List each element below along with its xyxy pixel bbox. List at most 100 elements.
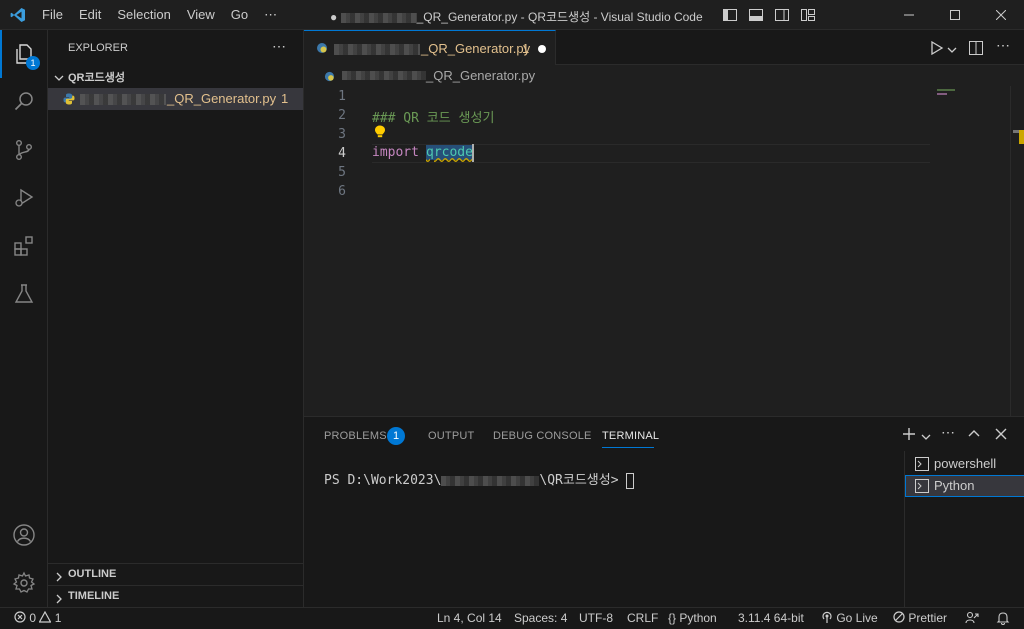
lightbulb-icon[interactable]	[374, 125, 386, 142]
error-icon	[14, 611, 26, 625]
terminal-output[interactable]: PS D:\Work2023\ \QR코드생성>	[324, 469, 635, 489]
close-window-button[interactable]	[978, 0, 1024, 30]
prettier-status-icon	[893, 611, 905, 625]
cursor-position[interactable]: Ln 4, Col 14	[437, 611, 502, 625]
code-import-keyword[interactable]: import	[372, 145, 419, 160]
close-panel-icon[interactable]	[995, 428, 1007, 443]
maximize-panel-icon[interactable]	[968, 428, 980, 443]
testing-flask-icon[interactable]	[0, 270, 48, 318]
terminal-tab-underline	[602, 447, 654, 448]
line-number: 3	[338, 127, 346, 142]
editor-tab-active[interactable]: _QR_Generator.py 1	[304, 30, 556, 65]
indentation[interactable]: Spaces: 4	[514, 611, 567, 625]
chevron-down-icon[interactable]	[921, 430, 931, 445]
line-number: 5	[338, 165, 346, 180]
prompt-prefix: PS D:\Work2023\	[324, 473, 442, 488]
terminal-name: powershell	[934, 456, 997, 471]
timeline-section[interactable]: TIMELINE	[48, 585, 303, 607]
tab-debug-console[interactable]: DEBUG CONSOLE	[493, 430, 592, 442]
new-terminal-icon[interactable]	[902, 427, 916, 444]
search-icon[interactable]	[0, 78, 48, 126]
terminal-name: Python	[934, 478, 975, 493]
maximize-button[interactable]	[932, 0, 978, 30]
outline-section[interactable]: OUTLINE	[48, 563, 303, 585]
accounts-feedback-icon[interactable]	[965, 611, 979, 628]
split-editor-icon[interactable]	[968, 40, 984, 59]
terminal-icon	[915, 479, 929, 496]
terminal-icon	[915, 457, 929, 474]
minimap[interactable]	[936, 86, 1010, 416]
menu-selection[interactable]: Selection	[117, 7, 170, 22]
python-interpreter[interactable]: 3.11.4 64-bit	[738, 611, 804, 625]
braces-icon: {}	[668, 611, 677, 625]
prompt-suffix: \QR코드생성>	[539, 473, 619, 488]
line-number-current: 4	[338, 146, 346, 161]
window-title: ● _QR_Generator.py - QR코드생성 - Visual Stu…	[330, 10, 703, 24]
toggle-secondary-sidebar-icon[interactable]	[774, 7, 790, 26]
explorer-icon[interactable]: 1	[0, 30, 48, 78]
explorer-title: EXPLORER	[68, 42, 128, 54]
warning-count: 1	[54, 611, 62, 625]
notifications-bell-icon[interactable]	[996, 611, 1010, 628]
explorer-more-button[interactable]: ⋯	[272, 38, 286, 55]
python-file-icon	[316, 42, 328, 57]
redacted-filename	[342, 71, 426, 80]
language-name: Python	[679, 611, 717, 625]
customize-layout-icon[interactable]	[800, 7, 816, 26]
activity-bar: 1	[0, 30, 48, 607]
code-module-name[interactable]: qrcode	[426, 145, 473, 160]
terminal-item-powershell[interactable]: powershell	[905, 453, 1024, 475]
toggle-primary-sidebar-icon[interactable]	[722, 7, 738, 26]
more-actions-icon[interactable]: ⋯	[996, 37, 1010, 54]
breadcrumb-filename: _QR_Generator.py	[426, 68, 536, 83]
menu-edit[interactable]: Edit	[79, 7, 101, 22]
go-live-button[interactable]: Go Live	[821, 611, 878, 625]
terminal-list: powershell Python	[904, 451, 1024, 608]
file-problems-count: 1	[281, 91, 289, 106]
run-debug-icon[interactable]	[0, 174, 48, 222]
source-control-icon[interactable]	[0, 126, 48, 174]
tab-output[interactable]: OUTPUT	[428, 430, 474, 442]
menu-more[interactable]: ⋯	[264, 7, 277, 23]
encoding[interactable]: UTF-8	[579, 611, 613, 625]
menu-go[interactable]: Go	[231, 7, 248, 22]
panel-more-icon[interactable]: ⋯	[941, 424, 955, 441]
unsaved-dot-icon[interactable]	[538, 45, 546, 53]
python-file-icon	[63, 93, 75, 108]
vscode-logo-icon	[0, 7, 36, 23]
folder-name: QR코드생성	[68, 72, 125, 84]
tab-problems[interactable]: PROBLEMS	[324, 430, 387, 442]
extensions-icon[interactable]	[0, 222, 48, 270]
accounts-icon[interactable]	[0, 511, 48, 559]
problems-badge: 1	[387, 427, 405, 445]
prettier-button[interactable]: Prettier	[893, 611, 947, 625]
toggle-panel-icon[interactable]	[748, 7, 764, 26]
broadcast-icon	[821, 611, 833, 625]
settings-gear-icon[interactable]	[0, 559, 48, 607]
explorer-sidebar: EXPLORER ⋯ QR코드생성 _QR_Generator.py 1 OUT…	[48, 30, 304, 607]
status-bar: 0 1 Ln 4, Col 14 Spaces: 4 UTF-8 CRLF {}…	[0, 607, 1024, 629]
run-python-icon[interactable]	[930, 40, 944, 58]
tab-terminal[interactable]: TERMINAL	[602, 430, 659, 442]
problems-status[interactable]: 0 1	[14, 610, 62, 625]
menu-file[interactable]: File	[42, 7, 63, 22]
menu-view[interactable]: View	[187, 7, 215, 22]
language-mode[interactable]: {} Python	[668, 611, 717, 625]
editor-tab-bar: _QR_Generator.py 1 ⋯	[304, 30, 1024, 65]
error-count: 0	[29, 611, 37, 625]
minimize-button[interactable]	[886, 0, 932, 30]
file-item-selected[interactable]: _QR_Generator.py 1	[48, 88, 303, 110]
outline-title: OUTLINE	[68, 568, 117, 580]
terminal-item-python[interactable]: Python	[905, 475, 1024, 497]
scrollbar[interactable]	[1010, 86, 1024, 416]
chevron-down-icon[interactable]	[947, 43, 957, 58]
folder-header[interactable]: QR코드생성	[48, 66, 303, 88]
redacted-text	[340, 12, 417, 23]
code-comment[interactable]: ### QR 코드 생성기	[372, 107, 494, 126]
text-cursor	[472, 144, 474, 162]
terminal-cursor	[626, 472, 635, 489]
end-of-line[interactable]: CRLF	[627, 611, 658, 625]
python-file-icon	[324, 70, 335, 85]
prettier-label: Prettier	[908, 611, 948, 625]
file-name: _QR_Generator.py	[167, 91, 277, 106]
